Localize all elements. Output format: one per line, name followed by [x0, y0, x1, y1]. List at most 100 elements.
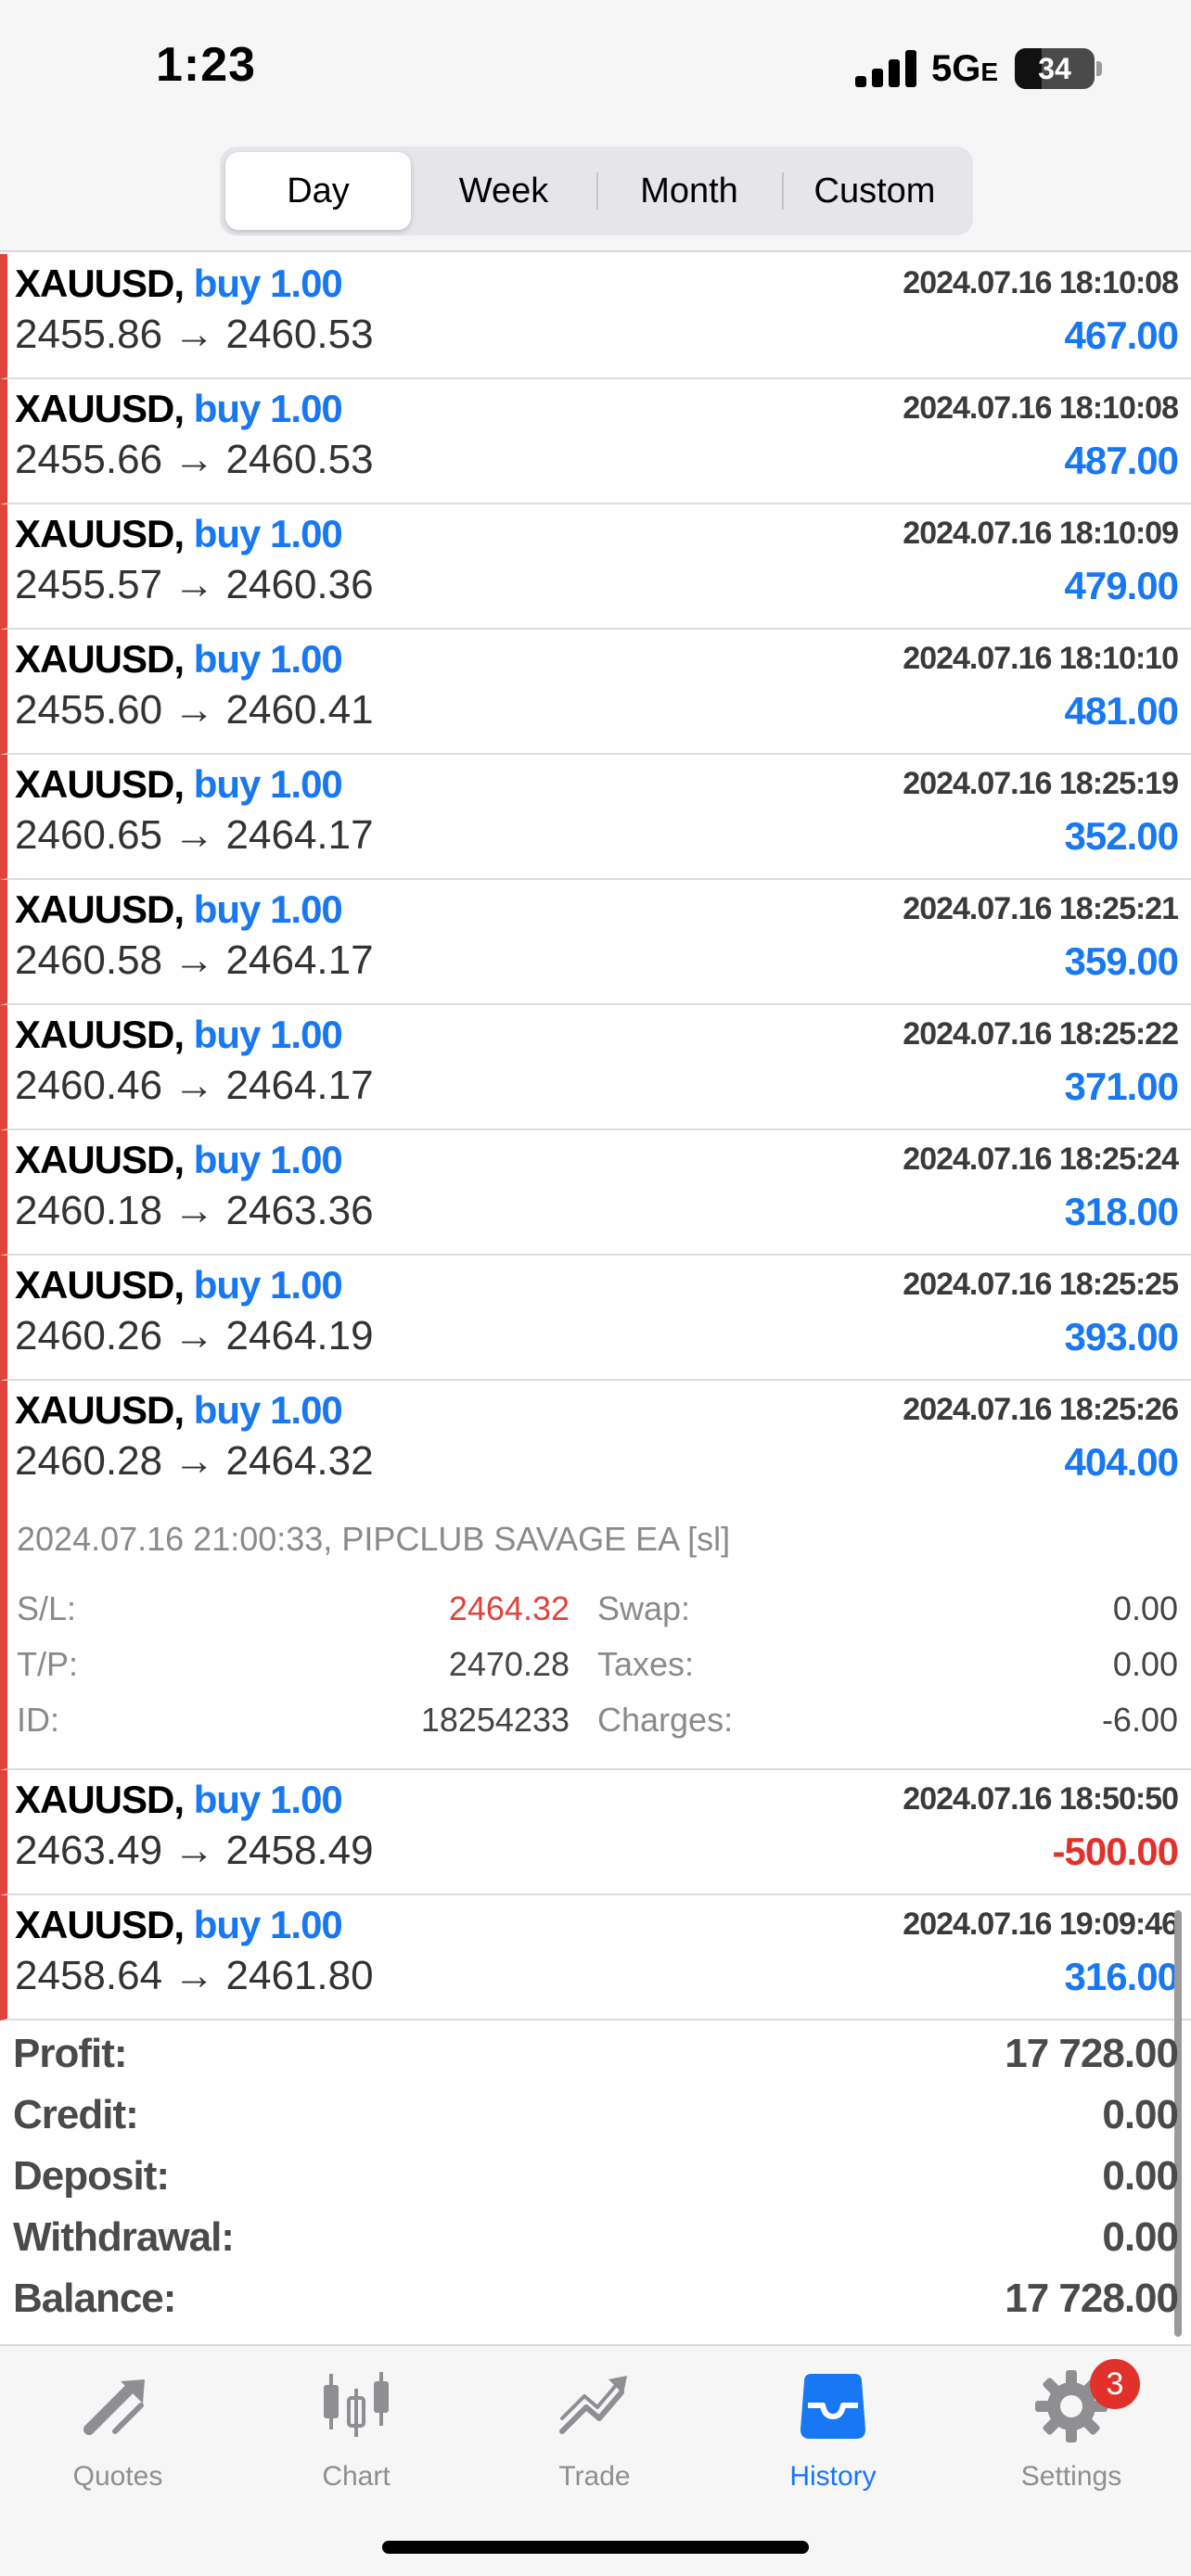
deal-profit: 487.00	[1064, 439, 1179, 482]
deal-row[interactable]: XAUUSD, buy 1.00 2024.07.16 18:10:10 2455.…	[0, 630, 1191, 755]
battery-cap	[1096, 61, 1102, 76]
deal-symbol: XAUUSD, buy 1.00	[15, 887, 343, 931]
deal-row[interactable]: XAUUSD, buy 1.00 2024.07.16 18:10:08 2455.…	[0, 379, 1191, 504]
deal-symbol: XAUUSD, buy 1.00	[15, 512, 343, 555]
tab-settings-label: Settings	[1020, 2461, 1122, 2492]
deal-detail: 2024.07.16 21:00:33, PIPCLUB SAVAGE EA […	[17, 1520, 1178, 1748]
status-time: 1:23	[156, 38, 257, 92]
history-inbox-icon	[800, 2374, 865, 2439]
tab-chart[interactable]: Chart	[254, 2365, 458, 2504]
tab-custom[interactable]: Custom	[782, 152, 967, 230]
deal-prices: 2458.64 → 2461.80	[15, 1953, 374, 1998]
cellular-signal-icon	[855, 50, 918, 87]
top-bar: 1:23 5GE 34 Day Week Month Custom	[0, 0, 1191, 252]
deal-profit: 359.00	[1064, 939, 1179, 983]
deal-row[interactable]: XAUUSD, buy 1.00 2024.07.16 18:50:50 2463.…	[0, 1770, 1191, 1895]
deal-profit: 371.00	[1064, 1065, 1179, 1108]
deal-symbol: XAUUSD, buy 1.00	[15, 1903, 343, 1946]
detail-tp: T/P: 2470.28	[17, 1645, 570, 1683]
detail-taxes: Taxes: 0.00	[597, 1645, 1178, 1683]
deal-comment: 2024.07.16 21:00:33, PIPCLUB SAVAGE EA […	[17, 1520, 731, 1558]
deal-symbol: XAUUSD, buy 1.00	[15, 762, 343, 806]
deal-profit: 318.00	[1064, 1190, 1179, 1233]
deal-profit: 479.00	[1064, 564, 1179, 607]
deal-time: 2024.07.16 19:09:46	[903, 1906, 1179, 1942]
deal-row[interactable]: XAUUSD, buy 1.00 2024.07.16 18:25:21 2460.…	[0, 880, 1191, 1005]
deal-symbol: XAUUSD, buy 1.00	[15, 387, 343, 430]
deal-time: 2024.07.16 18:25:24	[903, 1141, 1179, 1177]
deal-side: buy 1.00	[193, 1388, 343, 1432]
deal-prices: 2460.28 → 2464.32	[15, 1438, 374, 1484]
deal-row[interactable]: XAUUSD, buy 1.00 2024.07.16 18:25:26 2460.…	[0, 1381, 1191, 1770]
deal-profit: 393.00	[1064, 1315, 1179, 1358]
deal-row[interactable]: XAUUSD, buy 1.00 2024.07.16 18:25:22 2460.…	[0, 1005, 1191, 1130]
deal-prices: 2460.65 → 2464.17	[15, 812, 374, 858]
deal-side: buy 1.00	[193, 1778, 343, 1821]
tab-settings[interactable]: 3 Settings	[969, 2359, 1173, 2504]
settings-badge: 3	[1090, 2359, 1140, 2409]
detail-id: ID: 18254233	[17, 1701, 570, 1739]
deal-side: buy 1.00	[193, 762, 343, 806]
tab-week[interactable]: Week	[411, 152, 596, 230]
deal-time: 2024.07.16 18:10:08	[903, 265, 1179, 300]
deal-profit: -500.00	[1052, 1830, 1179, 1873]
summary-balance: Balance: 17 728.00	[13, 2276, 1179, 2321]
tab-quotes[interactable]: Quotes	[16, 2365, 220, 2504]
deal-side: buy 1.00	[193, 1013, 343, 1056]
summary-deposit: Deposit: 0.00	[13, 2153, 1179, 2199]
deal-time: 2024.07.16 18:10:10	[903, 641, 1179, 676]
deal-side: buy 1.00	[193, 512, 343, 555]
summary-withdrawal: Withdrawal: 0.00	[13, 2214, 1179, 2260]
detail-swap: Swap: 0.00	[597, 1589, 1178, 1627]
deal-prices: 2455.86 → 2460.53	[15, 312, 374, 357]
deal-profit: 481.00	[1064, 689, 1179, 733]
battery-percent: 34	[1038, 52, 1071, 85]
tab-history-label: History	[789, 2461, 877, 2492]
deal-prices: 2460.18 → 2463.36	[15, 1188, 374, 1233]
deal-time: 2024.07.16 18:25:21	[903, 891, 1179, 926]
deal-side: buy 1.00	[193, 387, 343, 430]
tab-history[interactable]: History	[731, 2365, 935, 2504]
deal-time: 2024.07.16 18:25:22	[903, 1016, 1179, 1052]
tab-day[interactable]: Day	[225, 152, 411, 230]
deal-side: buy 1.00	[193, 637, 343, 681]
deal-side: buy 1.00	[193, 1903, 343, 1946]
deal-side: buy 1.00	[193, 1263, 343, 1307]
deal-row[interactable]: XAUUSD, buy 1.00 2024.07.16 18:25:19 2460.…	[0, 755, 1191, 880]
deal-symbol: XAUUSD, buy 1.00	[15, 1778, 343, 1821]
detail-charges: Charges: -6.00	[597, 1701, 1178, 1739]
tab-month[interactable]: Month	[596, 152, 782, 230]
deal-side: buy 1.00	[193, 1138, 343, 1181]
history-summary: Profit: 17 728.00 Credit: 0.00 Deposit: 0.0…	[0, 2014, 1191, 2344]
deal-prices: 2460.46 → 2464.17	[15, 1063, 374, 1108]
deal-symbol: XAUUSD, buy 1.00	[15, 1013, 343, 1056]
deal-prices: 2460.26 → 2464.19	[15, 1313, 374, 1358]
deal-time: 2024.07.16 18:25:19	[903, 766, 1179, 801]
tab-chart-label: Chart	[322, 2461, 391, 2492]
deal-profit: 467.00	[1064, 313, 1179, 357]
battery-icon: 34	[1015, 48, 1095, 89]
deal-time: 2024.07.16 18:10:08	[903, 390, 1179, 426]
deal-prices: 2460.58 → 2464.17	[15, 937, 374, 983]
period-segmented-control: Day Week Month Custom	[220, 147, 973, 236]
deal-side: buy 1.00	[193, 887, 343, 931]
deal-prices: 2463.49 → 2458.49	[15, 1828, 374, 1873]
deal-row[interactable]: XAUUSD, buy 1.00 2024.07.16 18:10:09 2455.…	[0, 504, 1191, 630]
history-deals-list: XAUUSD, buy 1.00 2024.07.16 18:10:08 2455.…	[0, 254, 1191, 2021]
deal-time: 2024.07.16 18:50:50	[903, 1781, 1179, 1817]
deal-symbol: XAUUSD, buy 1.00	[15, 637, 343, 681]
deal-row[interactable]: XAUUSD, buy 1.00 2024.07.16 18:10:08 2455.…	[0, 254, 1191, 379]
deal-prices: 2455.66 → 2460.53	[15, 437, 374, 482]
deal-row[interactable]: XAUUSD, buy 1.00 2024.07.16 18:25:25 2460.…	[0, 1256, 1191, 1381]
network-type: 5GE	[931, 48, 999, 89]
deal-row[interactable]: XAUUSD, buy 1.00 2024.07.16 19:09:46 2458.…	[0, 1895, 1191, 2021]
deal-symbol: XAUUSD, buy 1.00	[15, 1138, 343, 1181]
home-indicator[interactable]	[382, 2541, 809, 2554]
deal-symbol: XAUUSD, buy 1.00	[15, 261, 343, 305]
deal-row[interactable]: XAUUSD, buy 1.00 2024.07.16 18:25:24 2460.…	[0, 1130, 1191, 1256]
tab-trade[interactable]: Trade	[493, 2365, 697, 2504]
deal-prices: 2455.57 → 2460.36	[15, 562, 374, 607]
deal-profit: 352.00	[1064, 814, 1179, 858]
quotes-icon	[83, 2379, 145, 2435]
deal-symbol: XAUUSD, buy 1.00	[15, 1263, 343, 1307]
